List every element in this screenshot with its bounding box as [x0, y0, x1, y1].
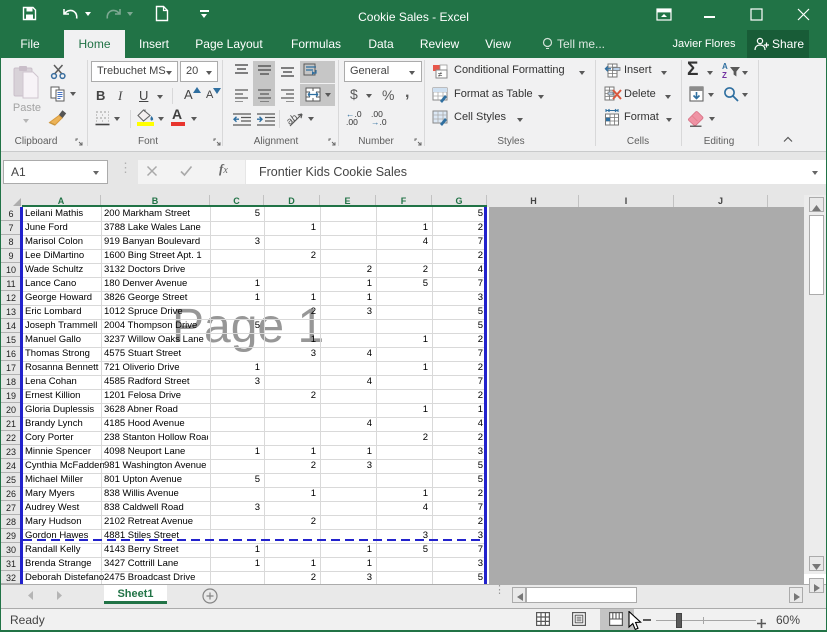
svg-text:Z: Z	[722, 71, 727, 79]
svg-text:≠: ≠	[438, 70, 443, 79]
svg-text:A: A	[722, 62, 728, 71]
